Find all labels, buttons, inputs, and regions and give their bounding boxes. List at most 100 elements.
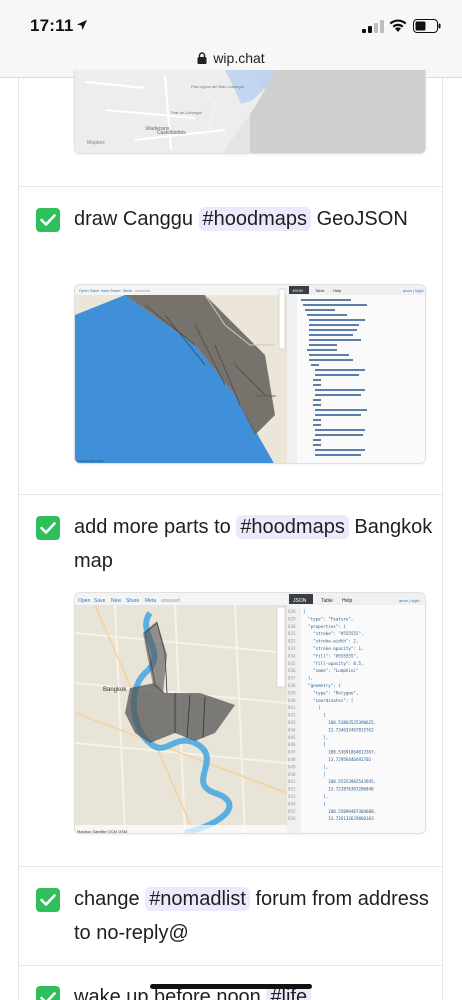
done-checkbox: [36, 208, 60, 232]
bangkok-unsaved-label: unsaved: [161, 598, 180, 604]
bangkok-code-line-number: 832: [288, 639, 296, 644]
bangkok-tab-json[interactable]: JSON: [293, 598, 307, 604]
canggu-menu-open[interactable]: Open: [79, 288, 89, 293]
bangkok-code-line: "geometry": {: [303, 683, 341, 688]
bangkok-place-label: Bangkok: [103, 687, 127, 693]
feed-border-left: [18, 78, 19, 1000]
bangkok-tab-help[interactable]: Help: [342, 598, 353, 604]
canggu-menu-meta[interactable]: Meta: [123, 288, 133, 293]
bangkok-code-line: 13.726132629060103: [303, 816, 374, 821]
canggu-map-card[interactable]: Open Save New Share Meta unsaved Kerobok…: [74, 284, 426, 464]
feed-item-bangkok: add more parts to #hoodmaps Bangkok map: [36, 510, 436, 580]
bangkok-code-line: ],: [303, 794, 328, 799]
checkmark-icon: [40, 894, 56, 906]
bangkok-code-line: 13.722876307206848: [303, 787, 374, 792]
bangkok-map-attribution: Mapbox Satellite OCM OSM: [77, 829, 127, 834]
top-map-label-castelldefels: Castelldefels: [157, 130, 186, 136]
feed-divider: [18, 186, 442, 187]
bangkok-code-line-number: 835: [288, 661, 296, 666]
bangkok-code-line-number: 844: [288, 727, 296, 732]
bangkok-code-line: 100.53691864013367,: [303, 750, 376, 755]
bangkok-code-line-number: 830: [288, 624, 296, 629]
task-text: wake up before noon #life: [74, 980, 434, 1000]
wifi-icon: [389, 19, 407, 32]
canggu-menu-share[interactable]: Share: [110, 288, 121, 293]
bangkok-menu-save[interactable]: Save: [94, 598, 106, 604]
home-indicator: [150, 984, 312, 989]
bangkok-code-line-number: 843: [288, 720, 296, 725]
bangkok-code-line: [: [303, 801, 326, 806]
bangkok-code-line-number: 850: [288, 772, 296, 777]
canggu-map-attribution: Satellite OSM OSM: [77, 459, 104, 463]
location-arrow-icon: [77, 20, 87, 30]
bangkok-code-line: "coordinates": [: [303, 698, 353, 703]
bangkok-code-line-number: 845: [288, 735, 296, 740]
bangkok-code-line: "stroke-width": 2,: [303, 639, 358, 644]
bangkok-login-link[interactable]: anon | login: [399, 598, 420, 603]
checkmark-icon: [40, 522, 56, 534]
bangkok-code-line: ],: [303, 764, 328, 769]
lock-icon: [197, 52, 207, 64]
checkmark-icon: [40, 214, 56, 226]
feed-divider: [18, 965, 442, 966]
canggu-tab-json[interactable]: JSON: [292, 288, 303, 293]
bangkok-code-line-number: 856: [288, 816, 296, 821]
hashtag-link[interactable]: #hoodmaps: [198, 207, 312, 231]
bangkok-code-line: "fill-opacity": 0.5,: [303, 661, 364, 666]
feed-item-wake: wake up before noon #life: [36, 980, 436, 1000]
hashtag-link[interactable]: #hoodmaps: [236, 515, 349, 539]
feed-border-right: [442, 78, 443, 1000]
bangkok-code-line-number: 841: [288, 705, 296, 710]
canggu-tab-table[interactable]: Table: [315, 288, 325, 293]
canggu-place-label: Kerobokan: [257, 393, 276, 398]
bangkok-code-line: "stroke-opacity": 1,: [303, 646, 364, 651]
cellular-signal-icon: [362, 20, 384, 33]
bangkok-code-line: 13.734632467815762: [303, 727, 374, 732]
feed-item-canggu: draw Canggu #hoodmaps GeoJSON: [36, 202, 436, 272]
bangkok-code-line: [: [303, 742, 326, 747]
bangkok-code-line-number: 846: [288, 742, 296, 747]
bangkok-code-line: "stroke": "#555555",: [303, 631, 364, 636]
done-checkbox: [36, 986, 60, 1000]
feed-divider: [18, 494, 442, 495]
bangkok-code-line-number: 851: [288, 779, 296, 784]
battery-icon: [413, 19, 441, 33]
bangkok-code-line: "fill": "#555555",: [303, 653, 358, 658]
canggu-tab-help[interactable]: Help: [333, 288, 342, 293]
status-time: 17:11: [30, 16, 74, 35]
canggu-unsaved-label: unsaved: [135, 288, 150, 293]
bangkok-map-card[interactable]: Open Save New Share Meta unsaved Bangkok…: [74, 592, 426, 834]
top-map-card[interactable]: Parc Agrari del Baix Llobregat Prat de L…: [74, 70, 426, 154]
bangkok-code-line: "properties": {: [303, 624, 346, 629]
bangkok-code-line: [: [303, 705, 321, 710]
bangkok-code-line: 100.55099487304688,: [303, 809, 376, 814]
task-text-before: change: [74, 888, 140, 910]
bangkok-code-line-number: 833: [288, 646, 296, 651]
bangkok-code-line: [: [303, 772, 326, 777]
bangkok-code-line-number: 848: [288, 757, 296, 762]
bangkok-code-line-number: 842: [288, 713, 296, 718]
bangkok-menu-share[interactable]: Share: [126, 598, 140, 604]
bangkok-code-line: },: [303, 676, 313, 681]
bangkok-menu-open[interactable]: Open: [78, 598, 90, 604]
bangkok-code-line-number: 854: [288, 801, 296, 806]
done-checkbox: [36, 888, 60, 912]
bangkok-tab-table[interactable]: Table: [321, 598, 333, 604]
bangkok-code-line: 13.72956446692702: [303, 757, 372, 762]
top-map-label-parc: Parc Agrari del Baix Llobregat: [191, 84, 245, 89]
canggu-menu-save[interactable]: Save: [90, 288, 100, 293]
bangkok-code-line-number: 849: [288, 764, 296, 769]
canggu-login-link[interactable]: anon | login: [403, 288, 424, 293]
bangkok-code-line: ],: [303, 735, 328, 740]
bangkok-code-line-number: 838: [288, 683, 296, 688]
bangkok-menu-new[interactable]: New: [111, 598, 121, 604]
bangkok-code-line: [: [303, 713, 326, 718]
bangkok-code-line-number: 834: [288, 653, 296, 658]
bangkok-code-line: "type": "Polygon",: [303, 690, 358, 695]
hashtag-link[interactable]: #nomadlist: [145, 887, 250, 911]
top-map-label-prat: Prat de Llobregat: [171, 110, 203, 115]
canggu-menu-new[interactable]: New: [101, 288, 109, 293]
bangkok-code-line: 100.53863525390625,: [303, 720, 376, 725]
done-checkbox: [36, 516, 60, 540]
bangkok-menu-meta[interactable]: Meta: [145, 598, 156, 604]
